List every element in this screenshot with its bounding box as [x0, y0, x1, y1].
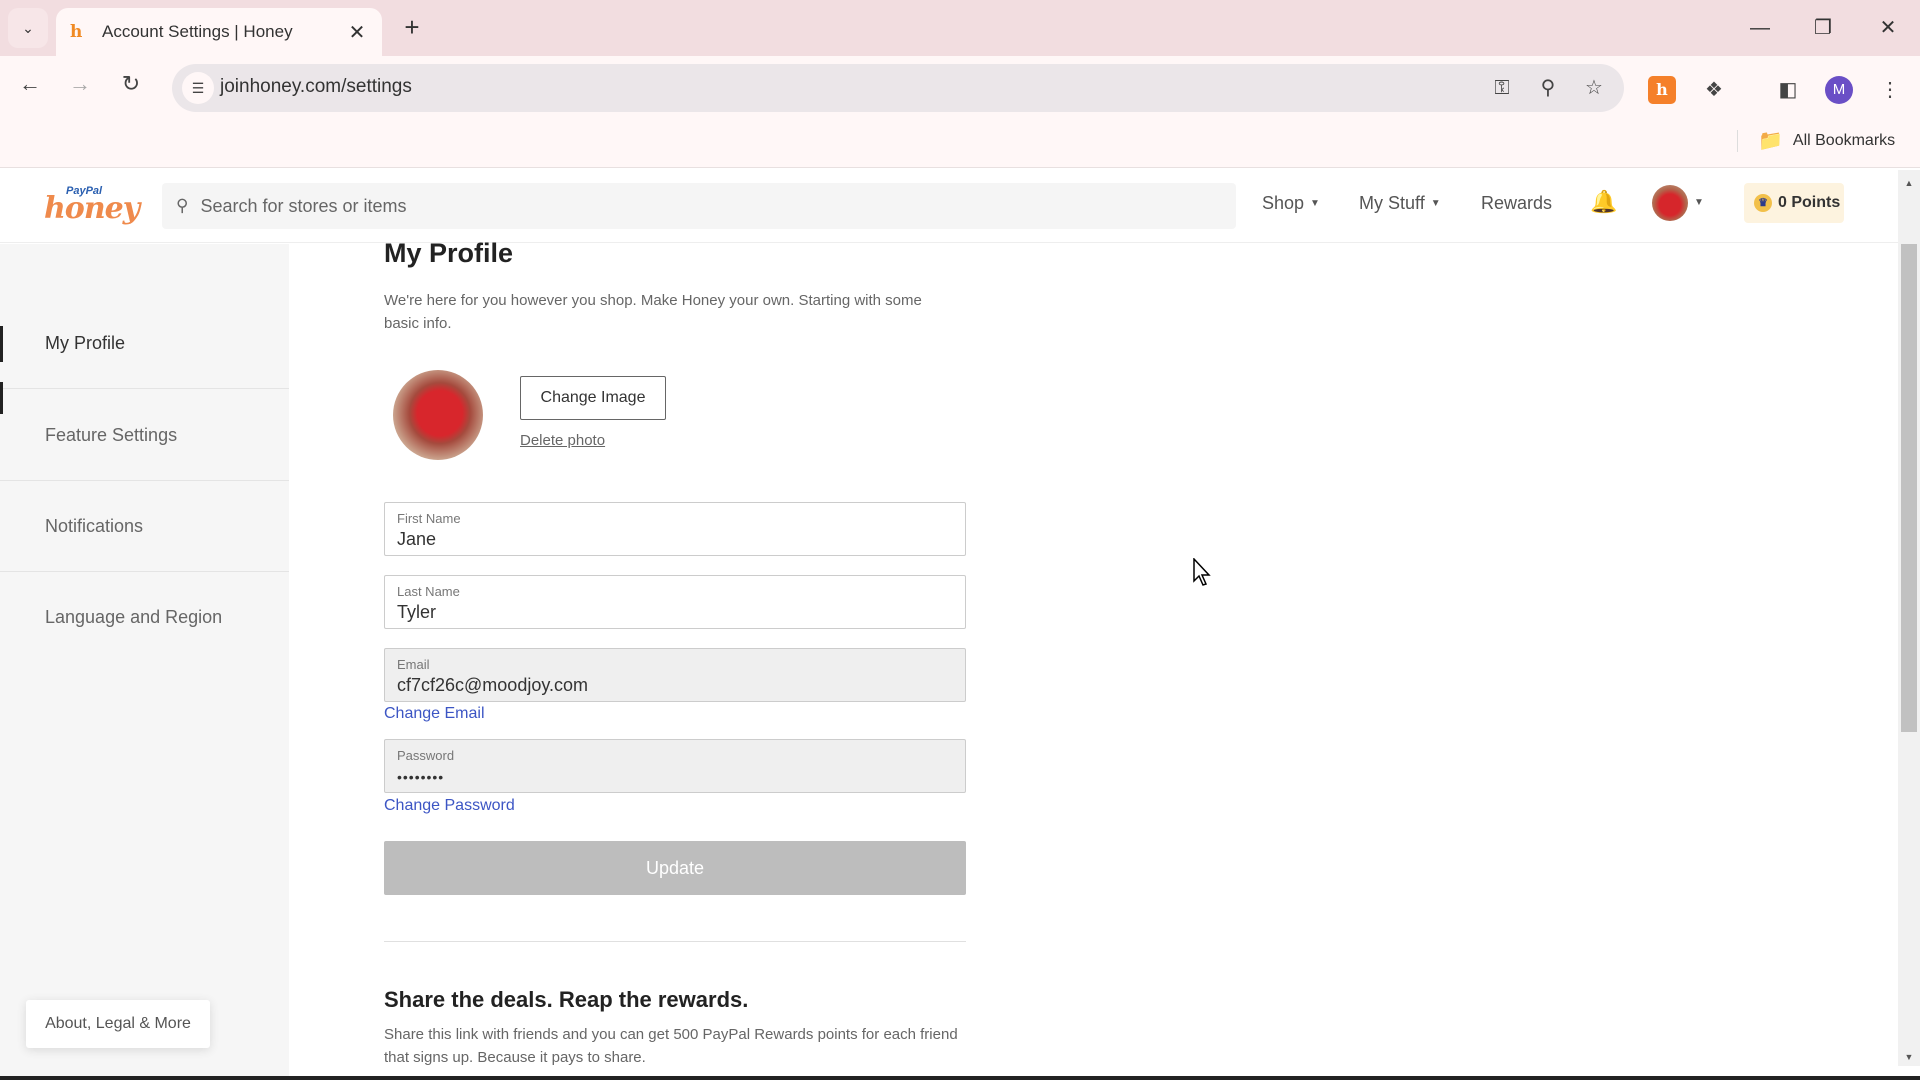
all-bookmarks-label: All Bookmarks: [1792, 131, 1896, 149]
minimize-button[interactable]: —: [1740, 12, 1780, 44]
nav-my-stuff[interactable]: My Stuff ▼: [1359, 193, 1441, 214]
site-header: PayPal honey ⚲ Shop ▼ My Stuff ▼ Rewards…: [0, 169, 1898, 243]
sidebar-item-label: Notifications: [45, 515, 144, 536]
page-scrollbar[interactable]: ▲ ▼: [1898, 170, 1920, 1066]
caret-down-icon: ▼: [1310, 198, 1320, 209]
forward-button[interactable]: →: [64, 68, 96, 100]
share-title: Share the deals. Reap the rewards.: [384, 987, 749, 1012]
address-bar[interactable]: ☰ joinhoney.com/settings ⚿ ⚲ ☆: [172, 64, 1624, 112]
browser-tabstrip: ⌄ h Account Settings | Honey ✕ + — ❐ ✕: [0, 0, 1920, 56]
folder-icon: 📁: [1758, 130, 1783, 152]
restore-button[interactable]: ❐: [1803, 12, 1843, 44]
profile-photo: [393, 370, 483, 460]
honey-logo[interactable]: PayPal honey: [44, 185, 140, 229]
about-legal-more-button[interactable]: About, Legal & More: [26, 1000, 210, 1048]
first-name-input[interactable]: [397, 529, 953, 550]
honey-favicon-icon: h: [70, 22, 83, 42]
bookmark-star-icon[interactable]: ☆: [1580, 74, 1608, 102]
chevron-down-icon: ⌄: [22, 19, 34, 36]
sidebar-item-label: Feature Settings: [45, 424, 178, 445]
last-name-label: Last Name: [397, 584, 460, 599]
page-title: My Profile: [384, 238, 514, 268]
tab-close-icon[interactable]: ✕: [346, 20, 368, 45]
all-bookmarks-button[interactable]: 📁 All Bookmarks: [1758, 128, 1895, 153]
share-description: Share this link with friends and you can…: [384, 1026, 958, 1066]
scroll-up-arrow-icon[interactable]: ▲: [1898, 174, 1920, 192]
trophy-icon: ♛: [1754, 194, 1772, 212]
profile-avatar-icon[interactable]: M: [1825, 76, 1853, 104]
change-password-link[interactable]: Change Password: [384, 797, 515, 815]
notifications-bell-icon[interactable]: 🔔: [1590, 189, 1617, 215]
tab-search-button[interactable]: ⌄: [8, 8, 48, 48]
nav-rewards-label: Rewards: [1481, 193, 1553, 213]
bookmarks-bar: [0, 112, 1920, 168]
reload-button[interactable]: ↻: [115, 68, 147, 100]
change-image-button[interactable]: Change Image: [520, 376, 666, 420]
update-button[interactable]: Update: [384, 841, 966, 895]
bookmarks-separator: [1737, 130, 1738, 152]
first-name-label: First Name: [397, 511, 461, 526]
caret-down-icon[interactable]: ▼: [1694, 197, 1704, 208]
password-field: Password ••••••••: [384, 739, 966, 793]
nav-shop-label: Shop: [1262, 193, 1305, 213]
user-avatar[interactable]: [1652, 185, 1688, 221]
bottom-strip: [0, 1076, 1920, 1080]
caret-down-icon: ▼: [1430, 198, 1441, 209]
last-name-input[interactable]: [397, 602, 953, 623]
close-window-button[interactable]: ✕: [1868, 12, 1908, 44]
sidebar-item-my-profile[interactable]: My Profile: [0, 298, 289, 414]
scroll-down-arrow-icon[interactable]: ▼: [1898, 1048, 1920, 1066]
change-email-link[interactable]: Change Email: [384, 705, 485, 723]
nav-my-stuff-label: My Stuff: [1359, 193, 1425, 213]
sidebar-item-feature-settings[interactable]: Feature Settings: [0, 390, 289, 481]
extensions-puzzle-icon[interactable]: ❖: [1700, 76, 1728, 104]
search-bar[interactable]: ⚲: [162, 183, 1236, 229]
sidebar-item-notifications[interactable]: Notifications: [0, 481, 289, 572]
site-info-icon[interactable]: ☰: [182, 72, 214, 104]
points-badge[interactable]: ♛ 0 Points: [1744, 183, 1844, 223]
settings-sidebar: My Profile Feature Settings Notification…: [0, 244, 289, 1076]
email-value: cf7cf26c@moodjoy.com: [397, 675, 589, 695]
sidebar-item-label: My Profile: [45, 332, 126, 353]
zoom-icon[interactable]: ⚲: [1534, 74, 1562, 102]
sidebar-item-label: Language and Region: [45, 607, 223, 627]
scrollbar-thumb[interactable]: [1901, 244, 1917, 732]
back-button[interactable]: ←: [14, 68, 46, 100]
search-icon: ⚲: [176, 196, 189, 215]
honey-extension-icon[interactable]: h: [1648, 76, 1676, 104]
browser-tab-active[interactable]: h Account Settings | Honey ✕: [56, 8, 382, 56]
first-name-field[interactable]: First Name: [384, 502, 966, 556]
new-tab-button[interactable]: +: [396, 12, 428, 44]
sidebar-item-language-region[interactable]: Language and Region: [0, 572, 289, 663]
points-label: 0 Points: [1778, 194, 1841, 211]
password-label: Password: [397, 748, 455, 763]
side-panel-icon[interactable]: ◧: [1774, 76, 1802, 104]
url-text[interactable]: joinhoney.com/settings: [220, 76, 412, 98]
password-key-icon[interactable]: ⚿: [1488, 74, 1516, 102]
email-field: Email cf7cf26c@moodjoy.com: [384, 648, 966, 702]
tab-title: Account Settings | Honey: [102, 22, 293, 41]
browser-menu-icon[interactable]: ⋮: [1876, 76, 1904, 104]
active-indicator: [0, 326, 3, 362]
nav-rewards[interactable]: Rewards: [1481, 193, 1552, 214]
mouse-cursor-icon: [1193, 558, 1211, 586]
search-input[interactable]: [200, 195, 1101, 217]
section-divider: [384, 941, 966, 942]
profile-intro-text: We're here for you however you shop. Mak…: [384, 292, 922, 332]
last-name-field[interactable]: Last Name: [384, 575, 966, 629]
email-label: Email: [397, 657, 430, 672]
nav-shop[interactable]: Shop ▼: [1262, 193, 1320, 214]
delete-photo-link[interactable]: Delete photo: [520, 432, 605, 449]
logo-honey-text: honey: [44, 191, 140, 226]
password-value: ••••••••: [397, 769, 445, 785]
